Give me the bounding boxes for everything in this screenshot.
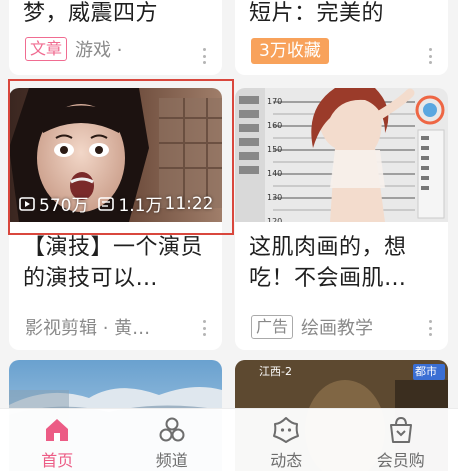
card-meta-text: 游戏 · [75,40,123,61]
card-meta: 广告 绘画教学 [251,314,436,340]
article-tag: 文章 [25,37,68,61]
feed-card-article[interactable]: 梦，威震四方 文章 游戏 · [9,0,222,75]
feed-card-short[interactable]: 短片：完美的 3万收藏 [235,0,448,75]
more-options-icon[interactable] [428,48,432,64]
card-title: 【演技】一个演员的演技可以… [23,235,204,291]
play-count: 570万 [39,196,89,216]
ruler-mark: 140 [267,169,283,178]
video-duration: 11:22 [164,193,214,214]
bottom-tab-bar: 首页 频道 动态 会员购 [0,408,458,471]
tab-dynamic[interactable]: 动态 [229,409,344,471]
tab-label: 频道 [155,451,188,470]
channel-logo: 都市 [415,365,437,378]
collect-badge: 3万收藏 [251,38,329,64]
danmaku-count: 1.1万 [118,196,163,216]
card-meta: 3万收藏 [251,38,436,64]
channel-label: 江西-2 [259,365,292,378]
play-count-icon [19,196,35,211]
tab-member-shop[interactable]: 会员购 [344,409,458,471]
ruler-mark: 170 [267,97,283,106]
ad-tag: 广告 [251,315,294,339]
video-thumbnail[interactable]: 570万 1.1万 11:22 [9,88,222,222]
tab-label: 动态 [270,451,303,470]
home-icon [46,419,69,441]
danmaku-count-icon [98,196,115,211]
ruler-mark: 160 [267,121,283,130]
ruler-mark: 120 [267,217,283,222]
tab-label: 首页 [41,451,74,470]
tab-channel[interactable]: 频道 [115,409,230,471]
card-meta: 文章 游戏 · [25,36,210,62]
more-options-icon[interactable] [428,320,432,336]
channel-icon [159,417,185,442]
shop-bag-icon [389,416,412,443]
ruler-mark: 150 [267,145,283,154]
card-title: 这肌肉画的，想吃！不会画肌… [249,235,407,291]
card-meta: 影视剪辑 · 黄… [25,314,210,340]
more-options-icon[interactable] [202,48,206,64]
feed-card-video[interactable]: 570万 1.1万 11:22 【演技】一个演员的演技可以… 影视剪辑 · 黄… [9,88,222,350]
more-options-icon[interactable] [202,320,206,336]
height-ruler: 170 160 150 140 130 120 [267,95,282,222]
tab-label: 会员购 [376,451,425,470]
feed-card-ad[interactable]: 170 160 150 140 130 120 这肌肉画的，想吃！不会画肌… 广… [235,88,448,350]
tab-home[interactable]: 首页 [0,409,115,471]
dynamic-icon [273,417,300,443]
video-stats: 570万 1.1万 11:22 [19,191,214,216]
ruler-mark: 130 [267,193,283,202]
ad-thumbnail[interactable]: 170 160 150 140 130 120 [235,88,448,222]
card-meta-text: 绘画教学 [301,318,374,339]
card-title: 梦，威震四方 [23,1,159,26]
card-title: 短片：完美的 [249,1,385,26]
card-meta-text: 影视剪辑 · 黄… [25,318,151,339]
